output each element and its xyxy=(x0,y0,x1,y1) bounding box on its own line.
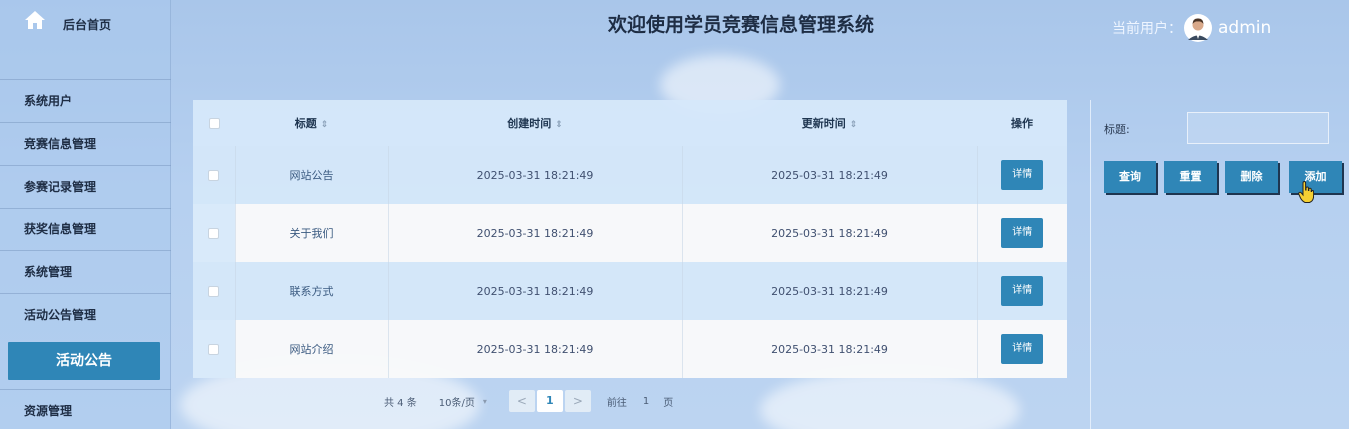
row-select-cell xyxy=(193,146,235,204)
current-user-name[interactable]: admin xyxy=(1218,18,1271,38)
goto-page-input[interactable]: 1 xyxy=(643,396,649,407)
row-actions: 详情 xyxy=(976,146,1067,204)
row-checkbox[interactable] xyxy=(208,170,220,181)
sidebar-item-system-users[interactable]: 系统用户 xyxy=(0,80,171,123)
table-header-row: 标题 ⇕ 创建时间 ⇕ 更新时间 ⇕ 操作 xyxy=(193,100,1067,146)
reset-button[interactable]: 重置 xyxy=(1164,161,1217,193)
sort-icon[interactable]: ⇕ xyxy=(850,120,858,130)
prev-page-button[interactable]: < xyxy=(508,390,535,412)
detail-button[interactable]: 详情 xyxy=(1001,218,1044,248)
row-checkbox[interactable] xyxy=(208,286,220,297)
sort-icon[interactable]: ⇕ xyxy=(321,120,329,130)
row-actions: 详情 xyxy=(976,262,1067,320)
sidebar-item-system-management[interactable]: 系统管理 xyxy=(0,251,171,294)
select-all-checkbox[interactable] xyxy=(208,118,220,129)
sidebar-item-competition-info[interactable]: 竞赛信息管理 xyxy=(0,123,171,166)
row-select-cell xyxy=(193,262,235,320)
select-all-cell xyxy=(193,100,235,146)
row-actions: 详情 xyxy=(976,204,1067,262)
column-header-created[interactable]: 创建时间 ⇕ xyxy=(388,100,682,146)
page-number-current[interactable]: 1 xyxy=(536,390,563,412)
sidebar: 后台首页 系统用户 竞赛信息管理 参赛记录管理 获奖信息管理 系统管理 活动公告… xyxy=(0,0,171,429)
sidebar-item-resource-management[interactable]: 资源管理 xyxy=(0,389,171,429)
query-button[interactable]: 查询 xyxy=(1104,161,1156,193)
goto-label: 前往 xyxy=(606,397,627,409)
row-created: 2025-03-31 18:21:49 xyxy=(387,262,682,320)
filter-title-input[interactable] xyxy=(1187,112,1329,144)
detail-button[interactable]: 详情 xyxy=(1001,334,1044,364)
sidebar-subitem-announcement[interactable]: 活动公告 xyxy=(8,342,160,380)
column-header-updated[interactable]: 更新时间 ⇕ xyxy=(682,100,977,146)
column-created-label: 创建时间 xyxy=(507,117,552,130)
table-row: 网站介绍 2025-03-31 18:21:49 2025-03-31 18:2… xyxy=(193,320,1067,378)
delete-button[interactable]: 删除 xyxy=(1225,161,1278,193)
column-updated-label: 更新时间 xyxy=(801,117,846,130)
row-checkbox[interactable] xyxy=(208,228,220,239)
table-row: 联系方式 2025-03-31 18:21:49 2025-03-31 18:2… xyxy=(193,262,1067,320)
row-checkbox[interactable] xyxy=(208,344,220,355)
add-button[interactable]: 添加 xyxy=(1289,161,1342,193)
sidebar-item-announcement-management[interactable]: 活动公告管理 xyxy=(0,294,171,337)
sidebar-item-entry-records[interactable]: 参赛记录管理 xyxy=(0,166,171,209)
column-header-actions: 操作 xyxy=(1011,117,1033,130)
row-created: 2025-03-31 18:21:49 xyxy=(387,320,682,378)
sidebar-item-award-info[interactable]: 获奖信息管理 xyxy=(0,208,171,251)
next-page-button[interactable]: > xyxy=(564,390,591,412)
row-title: 联系方式 xyxy=(234,262,388,320)
table-row: 网站公告 2025-03-31 18:21:49 2025-03-31 18:2… xyxy=(193,146,1067,204)
row-created: 2025-03-31 18:21:49 xyxy=(387,146,682,204)
row-actions: 详情 xyxy=(976,320,1067,378)
current-user: 当前用户： admin xyxy=(1112,13,1271,43)
panel-divider xyxy=(1090,100,1091,429)
column-title-label: 标题 xyxy=(294,117,317,130)
announcement-table: 标题 ⇕ 创建时间 ⇕ 更新时间 ⇕ 操作 网站公告 2025-03-31 18:21… xyxy=(193,100,1067,378)
pagination: 共 4 条 10条/页 ▾ < 1 > 前往 1 页 xyxy=(384,390,673,412)
current-user-label: 当前用户： xyxy=(1112,21,1182,37)
page-size-select[interactable]: 10条/页 xyxy=(439,394,475,409)
row-title: 网站介绍 xyxy=(234,320,388,378)
detail-button[interactable]: 详情 xyxy=(1001,276,1044,306)
row-updated: 2025-03-31 18:21:49 xyxy=(681,320,977,378)
hand-cursor-icon xyxy=(1298,181,1314,203)
sort-icon[interactable]: ⇕ xyxy=(555,120,563,130)
page-suffix: 页 xyxy=(663,397,674,409)
background-cloud xyxy=(760,370,1020,429)
row-updated: 2025-03-31 18:21:49 xyxy=(681,146,977,204)
row-select-cell xyxy=(193,320,235,378)
row-title: 网站公告 xyxy=(234,146,388,204)
row-updated: 2025-03-31 18:21:49 xyxy=(681,204,977,262)
table-row: 关于我们 2025-03-31 18:21:49 2025-03-31 18:2… xyxy=(193,204,1067,262)
detail-button[interactable]: 详情 xyxy=(1001,160,1044,190)
filter-title-label: 标题: xyxy=(1104,123,1130,136)
row-title: 关于我们 xyxy=(234,204,388,262)
chevron-down-icon[interactable]: ▾ xyxy=(483,397,487,406)
row-select-cell xyxy=(193,204,235,262)
pagination-total: 共 4 条 xyxy=(384,397,417,409)
row-updated: 2025-03-31 18:21:49 xyxy=(681,262,977,320)
avatar-icon xyxy=(1184,14,1212,42)
column-header-title[interactable]: 标题 ⇕ xyxy=(235,100,388,146)
row-created: 2025-03-31 18:21:49 xyxy=(387,204,682,262)
